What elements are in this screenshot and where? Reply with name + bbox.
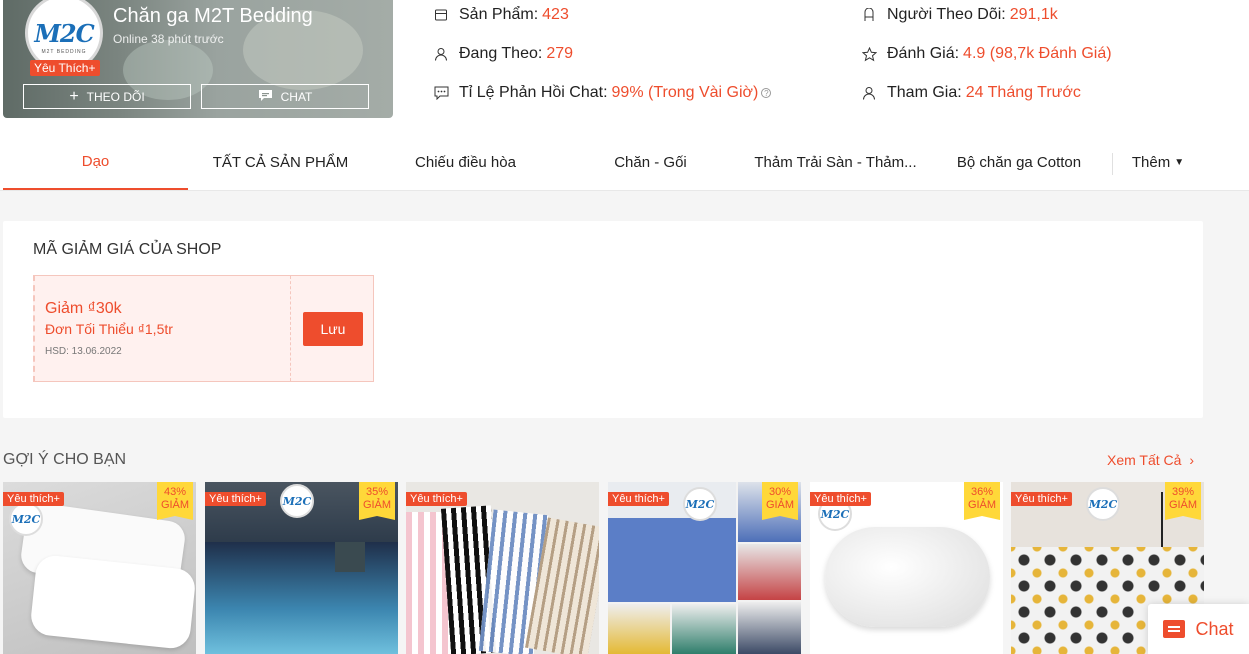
- stat-followers-label: Người Theo Dõi:: [887, 6, 1006, 23]
- product-row: M2C Yêu thích+ 43% GIẢM M2C Yêu thích+ 35…: [3, 482, 1204, 654]
- shop-card: M2C M2T BEDDING Yêu Thích+ Chăn ga M2T B…: [3, 0, 393, 118]
- stat-joined-value: 24 Tháng Trước: [965, 84, 1081, 101]
- favorite-badge: Yêu thích+: [1011, 492, 1072, 506]
- voucher-min-order: Đơn Tối Thiểu ₫1,5tr: [45, 321, 173, 337]
- shop-logo-sub: M2T BEDDING: [41, 49, 87, 55]
- star-icon: [861, 46, 877, 62]
- product-card[interactable]: M2C Yêu thích+ 35% GIẢM: [205, 482, 398, 654]
- tab-rugs[interactable]: Thảm Trải Sàn - Thảm...: [743, 135, 928, 190]
- user-join-icon: [861, 85, 877, 101]
- help-icon[interactable]: ?: [761, 88, 772, 98]
- follow-button[interactable]: + THEO DÕI: [23, 84, 191, 109]
- tab-more[interactable]: Thêm ▼: [1118, 135, 1198, 190]
- tab-cotton-set[interactable]: Bộ chăn ga Cotton: [928, 135, 1110, 190]
- online-status: Online 38 phút trước: [113, 32, 224, 46]
- chat-bubble-icon: [433, 85, 449, 101]
- shop-nav: Dạo TẤT CẢ SẢN PHẨM Chiếu điều hòa Chăn …: [0, 135, 1249, 191]
- see-all-link[interactable]: Xem Tất Cả ›: [1107, 452, 1194, 468]
- stat-products: Sản Phẩm: 423: [433, 6, 569, 24]
- chevron-right-icon: ›: [1189, 452, 1194, 468]
- chat-button[interactable]: CHAT: [201, 84, 369, 109]
- product-card[interactable]: M2C Yêu thích+ 36% GIẢM: [810, 482, 1003, 654]
- product-card[interactable]: M2C Yêu thích+ 30% GIẢM: [608, 482, 801, 654]
- favorite-badge: Yêu thích+: [3, 492, 64, 506]
- chat-label: CHAT: [280, 89, 313, 104]
- stat-response-label: Tỉ Lệ Phản Hồi Chat:: [459, 84, 608, 101]
- tab-more-label: Thêm: [1131, 154, 1171, 171]
- product-card[interactable]: M2C Yêu thích+ 43% GIẢM: [3, 482, 196, 654]
- stat-response: Tỉ Lệ Phản Hồi Chat: 99% (Trong Vài Giờ)…: [433, 84, 772, 102]
- voucher-expiry: HSD: 13.06.2022: [45, 346, 122, 357]
- discount-badge: 35% GIẢM: [359, 482, 395, 520]
- store-icon: [433, 7, 449, 23]
- voucher-divider: [290, 276, 291, 381]
- save-voucher-button[interactable]: Lưu: [303, 312, 363, 346]
- stat-following: Đang Theo: 279: [433, 45, 573, 63]
- product-card[interactable]: Yêu thích+: [406, 482, 599, 654]
- stat-rating-label: Đánh Giá:: [887, 45, 960, 62]
- user-icon: [433, 46, 449, 62]
- plus-icon: +: [69, 87, 79, 105]
- brand-logo: M2C: [9, 502, 43, 536]
- favorite-badge: Yêu thích+: [205, 492, 266, 506]
- favorite-badge: Yêu thích+: [810, 492, 871, 506]
- tab-home[interactable]: Dạo: [3, 135, 188, 190]
- stat-followers-value: 291,1k: [1009, 6, 1058, 23]
- suggestions-title: GỢI Ý CHO BẠN: [3, 451, 127, 468]
- stat-joined-label: Tham Gia:: [887, 84, 962, 101]
- discount-badge: 39% GIẢM: [1165, 482, 1201, 520]
- follow-label: THEO DÕI: [86, 89, 145, 104]
- discount-badge: 43% GIẢM: [157, 482, 193, 520]
- stat-products-value: 423: [542, 6, 569, 23]
- floating-chat-label: Chat: [1195, 618, 1234, 639]
- see-all-label: Xem Tất Cả: [1107, 452, 1182, 468]
- nav-divider: [1112, 153, 1113, 175]
- stat-following-value: 279: [546, 45, 574, 62]
- stat-rating-value: 4.9 (98,7k Đánh Giá): [963, 45, 1112, 62]
- stat-response-value: 99% (Trong Vài Giờ): [611, 84, 759, 101]
- discount-badge: 30% GIẢM: [762, 482, 798, 520]
- shop-logo: M2C: [34, 18, 94, 48]
- tab-all-products[interactable]: TẤT CẢ SẢN PHẨM: [188, 135, 373, 190]
- chat-icon: [258, 89, 273, 105]
- voucher-section: MÃ GIẢM GIÁ CỦA SHOP Giảm ₫30k Đơn Tối T…: [3, 221, 1203, 418]
- chat-icon: [1163, 620, 1186, 638]
- stat-followers: Người Theo Dõi: 291,1k: [861, 6, 1058, 24]
- tab-air-mat[interactable]: Chiếu điều hòa: [373, 135, 558, 190]
- shop-name: Chăn ga M2T Bedding: [113, 5, 313, 27]
- brand-logo: M2C: [1086, 487, 1120, 521]
- stat-joined: Tham Gia: 24 Tháng Trước: [861, 84, 1081, 102]
- shop-header: M2C M2T BEDDING Yêu Thích+ Chăn ga M2T B…: [0, 0, 1249, 191]
- favorite-badge: Yêu Thích+: [30, 60, 100, 76]
- followers-icon: [861, 7, 877, 23]
- stat-following-label: Đang Theo:: [459, 45, 543, 62]
- brand-logo: M2C: [683, 487, 717, 521]
- voucher-section-title: MÃ GIẢM GIÁ CỦA SHOP: [33, 241, 222, 258]
- caret-down-icon: ▼: [1174, 157, 1185, 168]
- stat-products-label: Sản Phẩm:: [459, 6, 539, 23]
- discount-badge: 36% GIẢM: [964, 482, 1000, 520]
- floating-chat-button[interactable]: Chat: [1148, 604, 1249, 654]
- product-image: [406, 482, 599, 654]
- brand-logo: M2C: [280, 484, 314, 518]
- stat-rating: Đánh Giá: 4.9 (98,7k Đánh Giá): [861, 45, 1112, 63]
- tab-blanket-pillow[interactable]: Chăn - Gối: [558, 135, 743, 190]
- voucher-card: Giảm ₫30k Đơn Tối Thiểu ₫1,5tr HSD: 13.0…: [33, 275, 374, 382]
- favorite-badge: Yêu thích+: [406, 492, 467, 506]
- favorite-badge: Yêu thích+: [608, 492, 669, 506]
- voucher-discount: Giảm ₫30k: [45, 300, 122, 317]
